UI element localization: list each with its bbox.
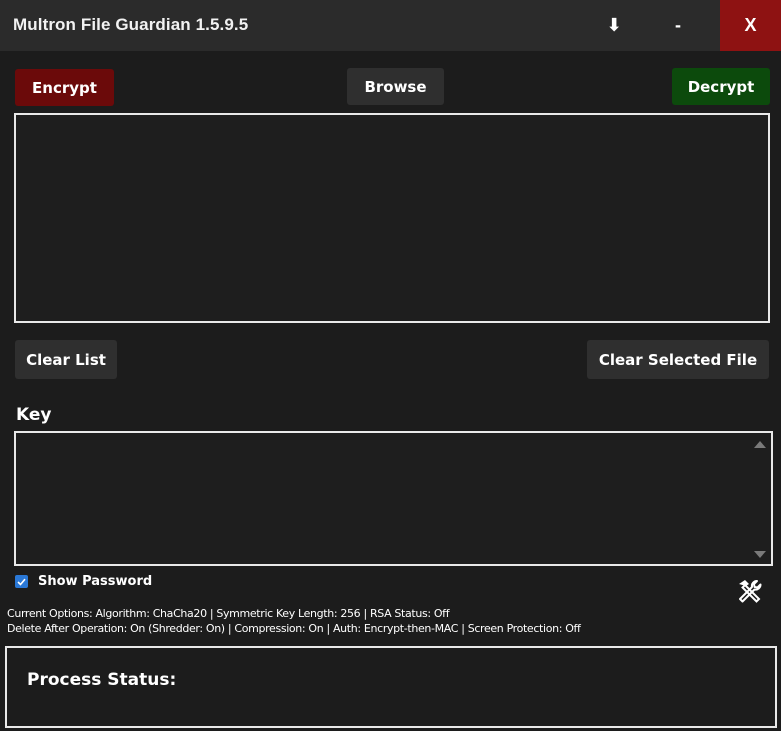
window-title: Multron File Guardian 1.5.9.5	[13, 15, 249, 34]
clear-selected-file-button[interactable]: Clear Selected File	[587, 340, 769, 379]
tools-icon[interactable]	[735, 578, 763, 606]
decrypt-button[interactable]: Decrypt	[672, 68, 770, 105]
scroll-up-icon[interactable]	[754, 441, 766, 448]
encrypt-button[interactable]: Encrypt	[15, 69, 114, 106]
process-status-box: Process Status:	[5, 646, 777, 728]
current-options-text: Current Options: Algorithm: ChaCha20 | S…	[7, 607, 581, 636]
key-input-box	[14, 431, 773, 566]
show-password-label: Show Password	[38, 574, 153, 589]
checkmark-icon	[17, 578, 26, 586]
clear-list-button[interactable]: Clear List	[15, 340, 117, 379]
minimize-icon: -	[675, 15, 681, 35]
scroll-down-icon[interactable]	[754, 551, 766, 558]
app-window: Multron File Guardian 1.5.9.5 ⬇ - X Encr…	[0, 0, 781, 731]
options-line-1: Current Options: Algorithm: ChaCha20 | S…	[7, 607, 450, 620]
key-scrollbar[interactable]	[751, 433, 771, 564]
show-password-toggle[interactable]: Show Password	[15, 574, 152, 589]
process-status-label: Process Status:	[27, 670, 177, 690]
show-password-checkbox[interactable]	[15, 575, 28, 588]
browse-button[interactable]: Browse	[347, 68, 444, 105]
key-input[interactable]	[16, 433, 748, 564]
download-button[interactable]: ⬇	[592, 0, 636, 51]
close-icon: X	[744, 15, 757, 35]
file-list[interactable]	[14, 113, 770, 323]
key-label: Key	[16, 405, 52, 425]
title-bar[interactable]: Multron File Guardian 1.5.9.5 ⬇ - X	[0, 0, 781, 51]
close-button[interactable]: X	[720, 0, 781, 51]
minimize-button[interactable]: -	[656, 0, 700, 51]
options-line-2: Delete After Operation: On (Shredder: On…	[7, 621, 581, 635]
download-icon: ⬇	[606, 15, 622, 35]
